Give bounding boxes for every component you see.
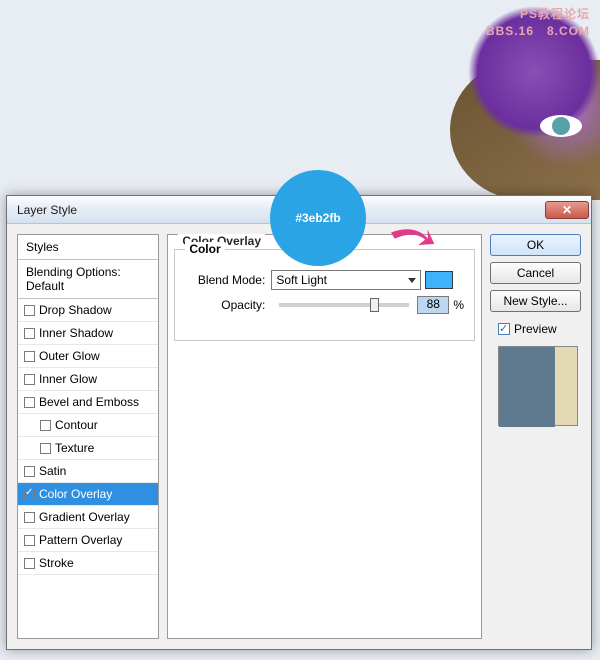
effect-label: Inner Shadow — [39, 326, 113, 340]
callout-text: #3eb2fb — [295, 211, 340, 225]
opacity-label: Opacity: — [185, 298, 265, 312]
effect-row-bevel-and-emboss[interactable]: Bevel and Emboss — [18, 391, 158, 414]
close-icon: ✕ — [562, 203, 572, 217]
effect-row-drop-shadow[interactable]: Drop Shadow — [18, 299, 158, 322]
effect-row-stroke[interactable]: Stroke — [18, 552, 158, 575]
checkbox-icon[interactable] — [24, 351, 35, 362]
opacity-input[interactable]: 88 — [417, 296, 449, 314]
checkbox-icon[interactable] — [24, 489, 35, 500]
checkbox-icon[interactable] — [24, 466, 35, 477]
button-column: OK Cancel New Style... Preview — [490, 234, 581, 639]
slider-thumb-icon[interactable] — [370, 298, 379, 312]
opacity-slider[interactable] — [279, 303, 409, 307]
close-button[interactable]: ✕ — [545, 201, 589, 219]
effect-row-outer-glow[interactable]: Outer Glow — [18, 345, 158, 368]
effect-label: Color Overlay — [39, 487, 112, 501]
checkbox-icon[interactable] — [24, 374, 35, 385]
watermark-line1: PS教程论坛 — [486, 6, 590, 23]
preview-toggle[interactable]: Preview — [498, 322, 581, 336]
effect-row-texture[interactable]: Texture — [18, 437, 158, 460]
effect-row-pattern-overlay[interactable]: Pattern Overlay — [18, 529, 158, 552]
styles-header[interactable]: Styles — [18, 235, 158, 260]
effect-label: Bevel and Emboss — [39, 395, 139, 409]
checkbox-icon[interactable] — [24, 305, 35, 316]
blend-mode-select[interactable]: Soft Light — [271, 270, 421, 290]
layer-style-dialog: Layer Style ✕ Styles Blending Options: D… — [6, 195, 592, 650]
settings-panel: Color Overlay Color Blend Mode: Soft Lig… — [167, 234, 482, 639]
effect-row-color-overlay[interactable]: Color Overlay — [18, 483, 158, 506]
styles-list: Styles Blending Options: Default Drop Sh… — [17, 234, 159, 639]
cancel-button[interactable]: Cancel — [490, 262, 581, 284]
group-legend: Color — [185, 242, 224, 256]
watermark-line2: BBS.16 8.COM — [486, 23, 590, 40]
checkbox-icon[interactable] — [24, 328, 35, 339]
checkbox-icon[interactable] — [24, 512, 35, 523]
effect-row-inner-glow[interactable]: Inner Glow — [18, 368, 158, 391]
opacity-row: Opacity: 88 % — [185, 296, 464, 314]
effect-label: Inner Glow — [39, 372, 97, 386]
checkbox-icon[interactable] — [40, 443, 51, 454]
new-style-button[interactable]: New Style... — [490, 290, 581, 312]
checkbox-icon — [498, 323, 510, 335]
ok-button[interactable]: OK — [490, 234, 581, 256]
checkbox-icon[interactable] — [40, 420, 51, 431]
effect-label: Pattern Overlay — [39, 533, 122, 547]
effect-label: Drop Shadow — [39, 303, 112, 317]
effect-row-gradient-overlay[interactable]: Gradient Overlay — [18, 506, 158, 529]
effect-row-contour[interactable]: Contour — [18, 414, 158, 437]
blending-options-header[interactable]: Blending Options: Default — [18, 260, 158, 299]
effect-label: Contour — [55, 418, 98, 432]
background-eye — [540, 115, 582, 137]
dialog-body: Styles Blending Options: Default Drop Sh… — [7, 224, 591, 649]
effect-label: Satin — [39, 464, 66, 478]
checkbox-icon[interactable] — [24, 397, 35, 408]
effect-row-satin[interactable]: Satin — [18, 460, 158, 483]
effect-label: Texture — [55, 441, 94, 455]
preview-thumbnail — [498, 346, 578, 426]
preview-label: Preview — [514, 322, 557, 336]
watermark-text: PS教程论坛 BBS.16 8.COM — [486, 6, 590, 40]
blend-mode-value: Soft Light — [276, 273, 327, 287]
blend-mode-row: Blend Mode: Soft Light — [185, 270, 464, 290]
effect-label: Gradient Overlay — [39, 510, 130, 524]
blend-mode-label: Blend Mode: — [185, 273, 265, 287]
chevron-down-icon — [408, 278, 416, 283]
effect-label: Stroke — [39, 556, 74, 570]
checkbox-icon[interactable] — [24, 558, 35, 569]
checkbox-icon[interactable] — [24, 535, 35, 546]
opacity-unit: % — [453, 298, 464, 312]
color-swatch[interactable] — [425, 271, 453, 289]
color-callout-badge: #3eb2fb — [270, 170, 366, 266]
effect-label: Outer Glow — [39, 349, 100, 363]
effect-row-inner-shadow[interactable]: Inner Shadow — [18, 322, 158, 345]
